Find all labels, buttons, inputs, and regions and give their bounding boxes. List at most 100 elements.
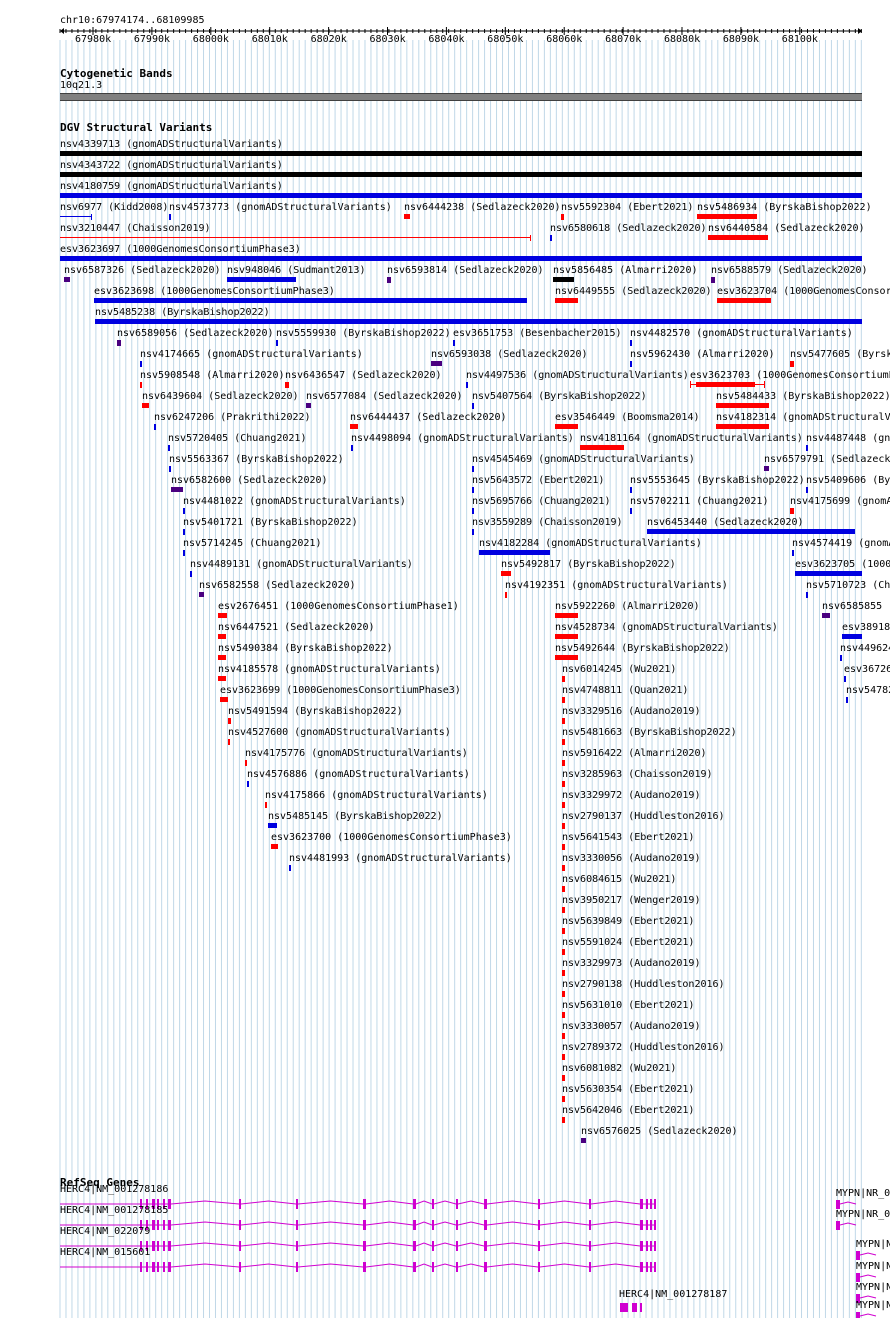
sv-feature[interactable]: [562, 1075, 565, 1081]
sv-label[interactable]: nsv4528734 (gnomADStructuralVariants): [555, 623, 778, 633]
sv-feature[interactable]: [472, 508, 474, 514]
sv-feature[interactable]: [562, 1117, 565, 1123]
sv-label[interactable]: nsv5492644 (ByrskaBishop2022): [555, 644, 730, 654]
sv-feature[interactable]: [431, 361, 442, 366]
sv-label[interactable]: nsv6585855 (Sedlazeck2020): [822, 602, 890, 612]
sv-label[interactable]: nsv4487448 (gnomADStructuralVariants): [806, 434, 890, 444]
sv-feature[interactable]: [562, 970, 565, 976]
sv-label[interactable]: nsv4182314 (gnomADStructuralVariants): [716, 413, 890, 423]
sv-label[interactable]: nsv2789372 (Huddleston2016): [562, 1043, 725, 1053]
sv-label[interactable]: nsv6440584 (Sedlazeck2020): [708, 224, 865, 234]
sv-label[interactable]: nsv6593038 (Sedlazeck2020): [431, 350, 588, 360]
sv-feature[interactable]: [562, 1096, 565, 1102]
gene-model[interactable]: [618, 1301, 678, 1315]
sv-feature[interactable]: [60, 237, 531, 238]
sv-feature[interactable]: [717, 298, 771, 303]
sv-feature[interactable]: [555, 634, 578, 639]
sv-label[interactable]: nsv4527600 (gnomADStructuralVariants): [228, 728, 451, 738]
sv-feature[interactable]: [479, 550, 550, 555]
sv-feature[interactable]: [453, 340, 455, 346]
gene-label[interactable]: HERC4|NM_015601: [60, 1248, 150, 1258]
sv-feature[interactable]: [276, 340, 278, 346]
sv-label[interactable]: nsv6014245 (Wu2021): [562, 665, 676, 675]
sv-feature[interactable]: [265, 802, 267, 808]
sv-label[interactable]: nsv5631010 (Ebert2021): [562, 1001, 694, 1011]
sv-label[interactable]: nsv6587326 (Sedlazeck2020): [64, 266, 221, 276]
sv-feature[interactable]: [562, 823, 565, 829]
sv-feature[interactable]: [647, 529, 855, 534]
sv-feature-core[interactable]: [696, 382, 755, 387]
sv-feature[interactable]: [562, 1054, 565, 1060]
sv-feature[interactable]: [218, 613, 227, 618]
sv-feature[interactable]: [171, 487, 183, 492]
sv-label[interactable]: nsv5486934 (ByrskaBishop2022): [697, 203, 872, 213]
sv-feature[interactable]: [271, 844, 278, 849]
sv-label[interactable]: nsv5491594 (ByrskaBishop2022): [228, 707, 403, 717]
sv-feature[interactable]: [711, 277, 715, 283]
sv-feature[interactable]: [630, 508, 632, 514]
sv-feature[interactable]: [199, 592, 204, 597]
sv-feature[interactable]: [562, 907, 565, 913]
sv-feature[interactable]: [220, 697, 228, 702]
sv-feature[interactable]: [764, 466, 769, 471]
sv-label[interactable]: nsv5409606 (ByrskaBishop2022): [806, 476, 890, 486]
sv-label[interactable]: nsv5710723 (Chuang2021): [806, 581, 890, 591]
sv-feature[interactable]: [555, 298, 578, 303]
sv-label[interactable]: nsv6589056 (Sedlazeck2020): [117, 329, 274, 339]
sv-feature[interactable]: [60, 216, 92, 217]
sv-label[interactable]: nsv4174665 (gnomADStructuralVariants): [140, 350, 363, 360]
sv-feature[interactable]: [218, 634, 226, 639]
sv-label[interactable]: nsv6576025 (Sedlazeck2020): [581, 1127, 738, 1137]
sv-label[interactable]: nsv4185578 (gnomADStructuralVariants): [218, 665, 441, 675]
sv-label[interactable]: nsv4545469 (gnomADStructuralVariants): [472, 455, 695, 465]
sv-feature[interactable]: [351, 445, 353, 451]
sv-label[interactable]: nsv5407564 (ByrskaBishop2022): [472, 392, 647, 402]
sv-label[interactable]: nsv5962430 (Almarri2020): [630, 350, 775, 360]
sv-label[interactable]: nsv5484433 (ByrskaBishop2022): [716, 392, 890, 402]
sv-feature[interactable]: [555, 655, 578, 660]
sv-feature[interactable]: [562, 928, 565, 934]
sv-label[interactable]: nsv6453440 (Sedlazeck2020): [647, 518, 804, 528]
sv-label[interactable]: nsv6439604 (Sedlazeck2020): [142, 392, 299, 402]
sv-label[interactable]: nsv5702211 (Chuang2021): [630, 497, 768, 507]
sv-label[interactable]: nsv5478294 (ByrskaBishop2022): [846, 686, 890, 696]
sv-label[interactable]: nsv6593814 (Sedlazeck2020): [387, 266, 544, 276]
sv-feature[interactable]: [60, 151, 862, 156]
sv-feature[interactable]: [562, 865, 565, 871]
sv-feature[interactable]: [95, 319, 862, 324]
sv-label[interactable]: nsv948046 (Sudmant2013): [227, 266, 365, 276]
sv-feature[interactable]: [806, 445, 808, 451]
sv-label[interactable]: nsv6580618 (Sedlazeck2020): [550, 224, 707, 234]
sv-label[interactable]: nsv5630354 (Ebert2021): [562, 1085, 694, 1095]
gene-label[interactable]: HERC4|NM_022079: [60, 1227, 150, 1237]
sv-label[interactable]: nsv4181164 (gnomADStructuralVariants): [580, 434, 803, 444]
sv-feature[interactable]: [846, 697, 848, 703]
sv-feature[interactable]: [630, 487, 632, 493]
sv-label[interactable]: nsv5485238 (ByrskaBishop2022): [95, 308, 270, 318]
sv-label[interactable]: nsv4481993 (gnomADStructuralVariants): [289, 854, 512, 864]
sv-label[interactable]: esv3623705 (1000GenomesConsortiumPhase3): [795, 560, 890, 570]
sv-feature[interactable]: [562, 760, 565, 766]
sv-label[interactable]: nsv3330057 (Audano2019): [562, 1022, 700, 1032]
sv-label[interactable]: esv3623699 (1000GenomesConsortiumPhase3): [220, 686, 461, 696]
sv-label[interactable]: nsv6588579 (Sedlazeck2020): [711, 266, 868, 276]
sv-label[interactable]: nsv3330056 (Audano2019): [562, 854, 700, 864]
sv-feature[interactable]: [555, 613, 578, 618]
sv-label[interactable]: esv2676451 (1000GenomesConsortiumPhase1): [218, 602, 459, 612]
sv-label[interactable]: nsv4574419 (gnomADStructuralVariants): [792, 539, 890, 549]
sv-label[interactable]: nsv4573773 (gnomADStructuralVariants): [169, 203, 392, 213]
sv-label[interactable]: nsv5922260 (Almarri2020): [555, 602, 700, 612]
sv-label[interactable]: nsv6579791 (Sedlazeck2020): [764, 455, 890, 465]
sv-feature[interactable]: [581, 1138, 586, 1143]
sv-feature[interactable]: [404, 214, 410, 219]
dgv-track-title[interactable]: DGV Structural Variants: [60, 122, 212, 133]
sv-feature[interactable]: [562, 802, 565, 808]
sv-feature[interactable]: [472, 487, 474, 493]
sv-label[interactable]: nsv5401721 (ByrskaBishop2022): [183, 518, 358, 528]
sv-feature[interactable]: [183, 508, 185, 514]
sv-label[interactable]: esv3546449 (Boomsma2014): [555, 413, 700, 423]
sv-feature[interactable]: [142, 403, 149, 408]
gene-label[interactable]: HERC4|NM_001278186: [60, 1185, 168, 1195]
sv-feature[interactable]: [218, 655, 226, 660]
sv-feature[interactable]: [562, 886, 565, 892]
